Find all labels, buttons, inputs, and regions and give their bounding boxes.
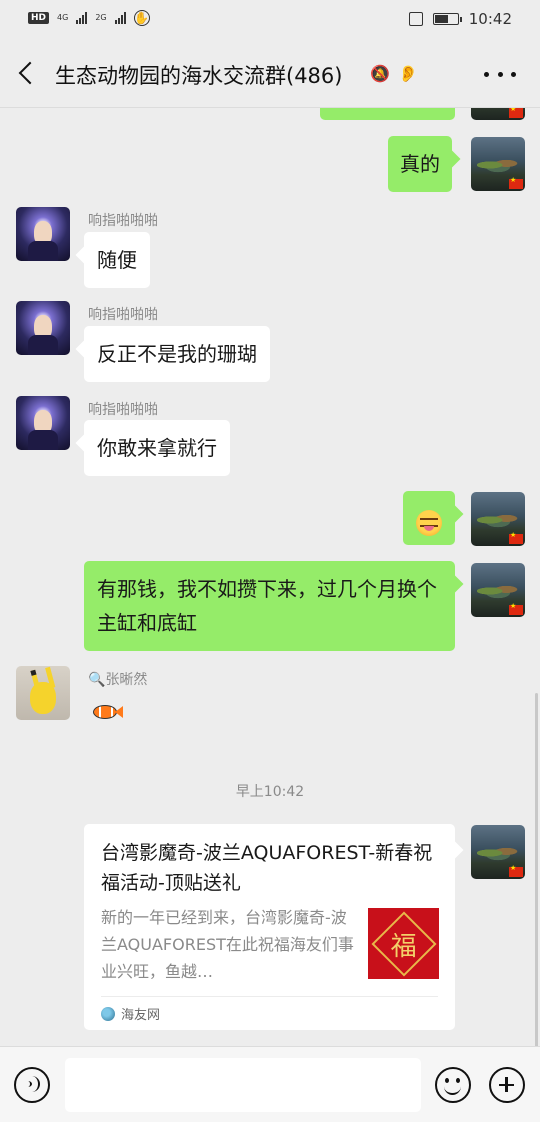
emoji-button[interactable] bbox=[435, 1067, 471, 1103]
card-title: 台湾影魔奇-波兰AQUAFOREST-新春祝福活动-顶贴送礼 bbox=[101, 842, 433, 894]
scrollbar[interactable] bbox=[535, 693, 538, 1046]
sender-name: 响指啪啪啪 bbox=[88, 307, 158, 323]
link-card[interactable]: 台湾影魔奇-波兰AQUAFOREST-新春祝福活动-顶贴送礼 新的一年已经到来，… bbox=[84, 824, 455, 1030]
emoji-message-bubble[interactable] bbox=[403, 491, 455, 545]
sender-avatar[interactable] bbox=[16, 396, 70, 450]
my-avatar[interactable] bbox=[471, 563, 525, 617]
network-2g-label: 2G bbox=[95, 13, 107, 22]
hd-indicator: HD bbox=[28, 12, 50, 24]
message-text: 反正不是我的珊瑚 bbox=[97, 342, 257, 366]
card-description: 新的一年已经到来，台湾影魔奇-波兰AQUAFOREST在此祝福海友们事业兴旺，鱼… bbox=[101, 908, 354, 981]
earpiece-icon: 👂 bbox=[398, 64, 418, 83]
back-button[interactable] bbox=[14, 58, 44, 88]
message-bubble[interactable]: 你敢来拿就行 bbox=[84, 420, 230, 476]
message-bubble[interactable]: 有那钱，我不如攒下来，过几个月换个主缸和底缸 bbox=[84, 561, 455, 651]
chat-area[interactable]: 真的 响指啪啪啪 随便 响指啪啪啪 反正不是我的珊瑚 响指啪啪啪 你敢来拿就行 … bbox=[0, 108, 540, 1046]
message-text: 真的 bbox=[400, 152, 440, 176]
time-divider: 早上10:42 bbox=[235, 784, 305, 800]
chat-title: 生态动物园的海水交流群(486) bbox=[55, 64, 343, 88]
card-source: 海友网 bbox=[101, 1004, 160, 1023]
sender-name: 响指啪啪啪 bbox=[88, 213, 158, 229]
chat-header: 生态动物园的海水交流群(486) 🔕 👂 bbox=[0, 40, 540, 108]
message-bubble[interactable]: 真的 bbox=[388, 136, 452, 192]
clownfish-emoji-icon[interactable] bbox=[93, 705, 123, 719]
sender-avatar[interactable] bbox=[16, 301, 70, 355]
status-bar: HD 4G 2G ✋ 10:42 bbox=[0, 0, 540, 40]
sender-name-text: 张晰然 bbox=[105, 672, 148, 688]
china-flag-icon bbox=[509, 176, 523, 189]
card-divider bbox=[101, 996, 438, 997]
sender-avatar[interactable] bbox=[16, 666, 70, 720]
message-input[interactable] bbox=[65, 1058, 421, 1112]
app-notification-icon: ✋ bbox=[133, 10, 150, 26]
message-text: 随便 bbox=[97, 248, 137, 272]
message-bubble[interactable]: 随便 bbox=[84, 232, 150, 288]
grimace-emoji-icon bbox=[416, 509, 442, 536]
voice-input-button[interactable] bbox=[14, 1067, 50, 1103]
card-thumbnail: 福 bbox=[368, 908, 439, 979]
my-avatar[interactable] bbox=[471, 108, 525, 120]
clock: 10:42 bbox=[468, 10, 512, 28]
signal-icon bbox=[114, 12, 126, 24]
my-avatar[interactable] bbox=[471, 825, 525, 879]
magnifier-icon: 🔍 bbox=[88, 672, 106, 688]
source-logo-icon bbox=[101, 1006, 115, 1021]
vibrate-icon bbox=[408, 12, 423, 26]
battery-icon bbox=[432, 13, 462, 25]
message-text: 有那钱，我不如攒下来，过几个月换个主缸和底缸 bbox=[97, 577, 437, 635]
mute-icon: 🔕 bbox=[370, 64, 390, 83]
signal-icon bbox=[76, 12, 88, 24]
sender-name: 🔍张晰然 bbox=[88, 669, 147, 689]
message-bubble[interactable]: 反正不是我的珊瑚 bbox=[84, 326, 270, 382]
thumbnail-character: 福 bbox=[390, 930, 417, 961]
message-text: 你敢来拿就行 bbox=[97, 436, 217, 460]
card-source-name: 海友网 bbox=[121, 1008, 161, 1023]
sender-name: 响指啪啪啪 bbox=[88, 402, 158, 418]
network-4g-label: 4G bbox=[57, 13, 69, 22]
china-flag-icon bbox=[509, 864, 523, 877]
my-avatar[interactable] bbox=[471, 492, 525, 546]
china-flag-icon bbox=[509, 602, 523, 615]
my-avatar[interactable] bbox=[471, 137, 525, 191]
china-flag-icon bbox=[509, 531, 523, 544]
message-bubble-partial[interactable] bbox=[320, 108, 455, 120]
more-features-button[interactable] bbox=[489, 1067, 525, 1103]
more-options-button[interactable] bbox=[484, 62, 516, 86]
sender-avatar[interactable] bbox=[16, 207, 70, 261]
china-flag-icon bbox=[509, 108, 523, 118]
input-bar bbox=[0, 1046, 540, 1122]
